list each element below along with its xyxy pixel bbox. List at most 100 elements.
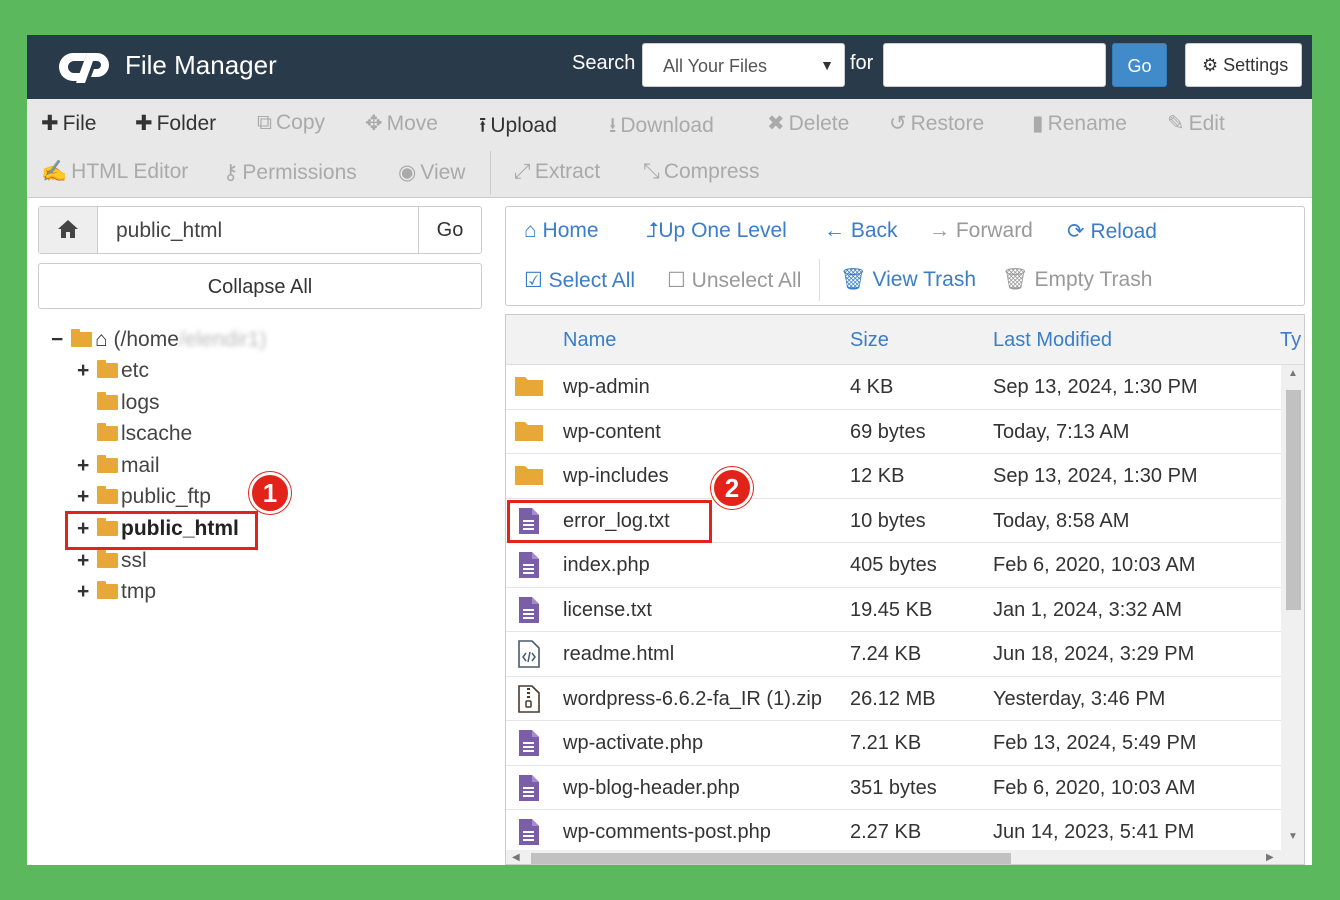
tree-item-label: public_ftp bbox=[121, 485, 211, 508]
tree-item-lscache[interactable]: lscache bbox=[77, 420, 192, 448]
tree-item-ssl[interactable]: + ssl bbox=[77, 547, 147, 575]
home-icon: ⌂ bbox=[95, 328, 108, 351]
file-size: 26.12 MB bbox=[850, 687, 936, 710]
toolbar-label: HTML Editor bbox=[71, 160, 189, 183]
toolbar-delete-button[interactable]: ✖ Delete bbox=[767, 111, 849, 136]
file-size: 4 KB bbox=[850, 376, 894, 398]
toolbar-folder-button[interactable]: ✚ Folder bbox=[135, 111, 216, 136]
nav-label: Empty Trash bbox=[1034, 268, 1153, 291]
expand-icon[interactable]: + bbox=[77, 357, 97, 385]
tree-item-label: etc bbox=[121, 359, 150, 382]
expand-icon[interactable]: + bbox=[77, 452, 97, 480]
view-trash-button[interactable]: 🗑 View Trash bbox=[840, 268, 976, 292]
column-header-type[interactable]: Ty bbox=[1280, 329, 1301, 352]
nav-home-button[interactable]: ⌂ Home bbox=[524, 219, 599, 243]
trash-icon: 🗑 bbox=[1002, 268, 1035, 291]
search-go-button[interactable]: Go bbox=[1112, 43, 1167, 87]
refresh-icon: ⟳ bbox=[1067, 220, 1091, 243]
table-row[interactable]: license.txt 19.45 KB Jan 1, 2024, 3:32 AM bbox=[506, 588, 1281, 632]
nav-label: Unselect All bbox=[691, 269, 802, 292]
toolbar-copy-button[interactable]: ⧉ Copy bbox=[257, 111, 325, 135]
settings-button[interactable]: ⚙ Settings bbox=[1185, 43, 1302, 87]
select-all-button[interactable]: ☑ Select All bbox=[524, 268, 635, 293]
collapse-all-button[interactable]: Collapse All bbox=[38, 263, 482, 309]
table-row[interactable]: wp-content 69 bytes Today, 7:13 AM bbox=[506, 410, 1281, 454]
file-modified: Today, 8:58 AM bbox=[993, 509, 1130, 532]
toolbar-restore-button[interactable]: ↺ Restore bbox=[889, 111, 984, 136]
file-size: 19.45 KB bbox=[850, 598, 933, 621]
scroll-up-arrow-icon[interactable]: ▲ bbox=[1288, 368, 1298, 379]
tree-item-etc[interactable]: + etc bbox=[77, 357, 149, 385]
plus-icon: ✚ bbox=[41, 112, 59, 135]
path-go-button[interactable]: Go bbox=[418, 207, 481, 253]
table-row[interactable]: index.php 405 bytes Feb 6, 2020, 10:03 AM bbox=[506, 543, 1281, 588]
search-scope-select[interactable]: All Your Files ▼ bbox=[642, 43, 845, 87]
toolbar-edit-button[interactable]: ✎ Edit bbox=[1167, 111, 1225, 136]
table-row[interactable]: wp-includes 12 KB Sep 13, 2024, 1:30 PM bbox=[506, 454, 1281, 499]
expand-icon: ⤢ bbox=[514, 160, 531, 183]
expand-icon[interactable]: + bbox=[77, 547, 97, 575]
toolbar-compress-button[interactable]: ⤡ Compress bbox=[643, 160, 760, 184]
vertical-scrollbar[interactable]: ▲ ▼ bbox=[1281, 365, 1304, 850]
table-row[interactable]: readme.html 7.24 KB Jun 18, 2024, 3:29 PM bbox=[506, 632, 1281, 677]
checkbox-checked-icon: ☑ bbox=[524, 269, 549, 292]
file-size: 69 bytes bbox=[850, 420, 926, 443]
horizontal-scroll-thumb[interactable] bbox=[531, 853, 1011, 864]
table-row[interactable]: wp-comments-post.php 2.27 KB Jun 14, 2023,… bbox=[506, 810, 1281, 855]
unselect-all-button[interactable]: ☐ Unselect All bbox=[667, 268, 801, 293]
tree-item-public-ftp[interactable]: + public_ftp bbox=[77, 483, 211, 511]
toolbar-html-editor-button[interactable]: ✍ HTML Editor bbox=[41, 160, 188, 184]
text-file-icon bbox=[518, 818, 540, 852]
tree-root[interactable]: − ⌂ (/home/elendir1) bbox=[51, 326, 266, 354]
toolbar-upload-button[interactable]: ⭱ Upload bbox=[479, 111, 557, 146]
table-row[interactable]: wordpress-6.6.2-fa_IR (1).zip 26.12 MB Yes… bbox=[506, 677, 1281, 721]
table-row[interactable]: wp-admin 4 KB Sep 13, 2024, 1:30 PM bbox=[506, 365, 1281, 410]
eye-icon: ◉ bbox=[398, 161, 417, 184]
vertical-scroll-thumb[interactable] bbox=[1286, 390, 1301, 610]
text-file-icon bbox=[518, 551, 540, 585]
file-modified: Today, 7:13 AM bbox=[993, 420, 1130, 443]
path-home-button[interactable] bbox=[39, 207, 98, 253]
collapse-icon[interactable]: − bbox=[51, 326, 71, 354]
scroll-left-arrow-icon[interactable]: ◀ bbox=[512, 852, 520, 863]
file-name: wp-blog-header.php bbox=[563, 776, 740, 799]
scroll-down-arrow-icon[interactable]: ▼ bbox=[1288, 831, 1298, 842]
file-modified: Sep 13, 2024, 1:30 PM bbox=[993, 465, 1198, 487]
table-row[interactable]: wp-blog-header.php 351 bytes Feb 6, 2020, … bbox=[506, 766, 1281, 810]
scroll-right-arrow-icon[interactable]: ▶ bbox=[1266, 852, 1274, 863]
toolbar-rename-button[interactable]: ▮ Rename bbox=[1032, 111, 1127, 136]
tree-item-tmp[interactable]: + tmp bbox=[77, 578, 156, 606]
toolbar-label: Folder bbox=[156, 112, 217, 135]
folder-icon bbox=[97, 550, 118, 568]
empty-trash-button[interactable]: 🗑 Empty Trash bbox=[1002, 268, 1152, 292]
chevron-down-icon: ▼ bbox=[820, 57, 834, 73]
navigation-panel: ⌂ Home ⮥Up One Level ← Back → Forward ⟳ … bbox=[505, 206, 1305, 306]
toolbar-permissions-button[interactable]: ⚷ Permissions bbox=[223, 160, 357, 185]
nav-reload-button[interactable]: ⟳ Reload bbox=[1067, 219, 1157, 244]
table-row[interactable]: wp-activate.php 7.21 KB Feb 13, 2024, 5:49… bbox=[506, 721, 1281, 766]
tree-item-logs[interactable]: logs bbox=[77, 389, 160, 417]
settings-label: Settings bbox=[1223, 55, 1289, 75]
column-header-last-modified[interactable]: Last Modified bbox=[993, 329, 1112, 352]
search-input[interactable] bbox=[883, 43, 1106, 87]
tree-item-mail[interactable]: + mail bbox=[77, 452, 160, 480]
file-modified: Jan 1, 2024, 3:32 AM bbox=[993, 598, 1183, 621]
nav-up-one-level-button[interactable]: ⮥Up One Level bbox=[646, 219, 787, 243]
expand-icon[interactable]: + bbox=[77, 578, 97, 606]
horizontal-scrollbar[interactable]: ◀ ▶ bbox=[506, 850, 1304, 864]
toolbar-view-button[interactable]: ◉ View bbox=[398, 160, 465, 185]
toolbar-download-button[interactable]: ⭳ Download bbox=[609, 111, 714, 146]
nav-forward-button[interactable]: → Forward bbox=[929, 219, 1033, 243]
column-header-name[interactable]: Name bbox=[563, 329, 616, 352]
file-size: 405 bytes bbox=[850, 554, 937, 576]
expand-icon[interactable]: + bbox=[77, 483, 97, 511]
file-modified: Feb 6, 2020, 10:03 AM bbox=[993, 554, 1196, 576]
column-header-size[interactable]: Size bbox=[850, 329, 889, 352]
toolbar-file-button[interactable]: ✚ File bbox=[41, 111, 96, 136]
download-icon: ⭳ bbox=[609, 114, 617, 137]
nav-back-button[interactable]: ← Back bbox=[824, 219, 898, 243]
toolbar-move-button[interactable]: ✥ Move bbox=[365, 111, 438, 136]
path-input[interactable]: public_html bbox=[116, 219, 222, 243]
folder-icon bbox=[97, 423, 118, 441]
toolbar-extract-button[interactable]: ⤢ Extract bbox=[514, 160, 600, 184]
